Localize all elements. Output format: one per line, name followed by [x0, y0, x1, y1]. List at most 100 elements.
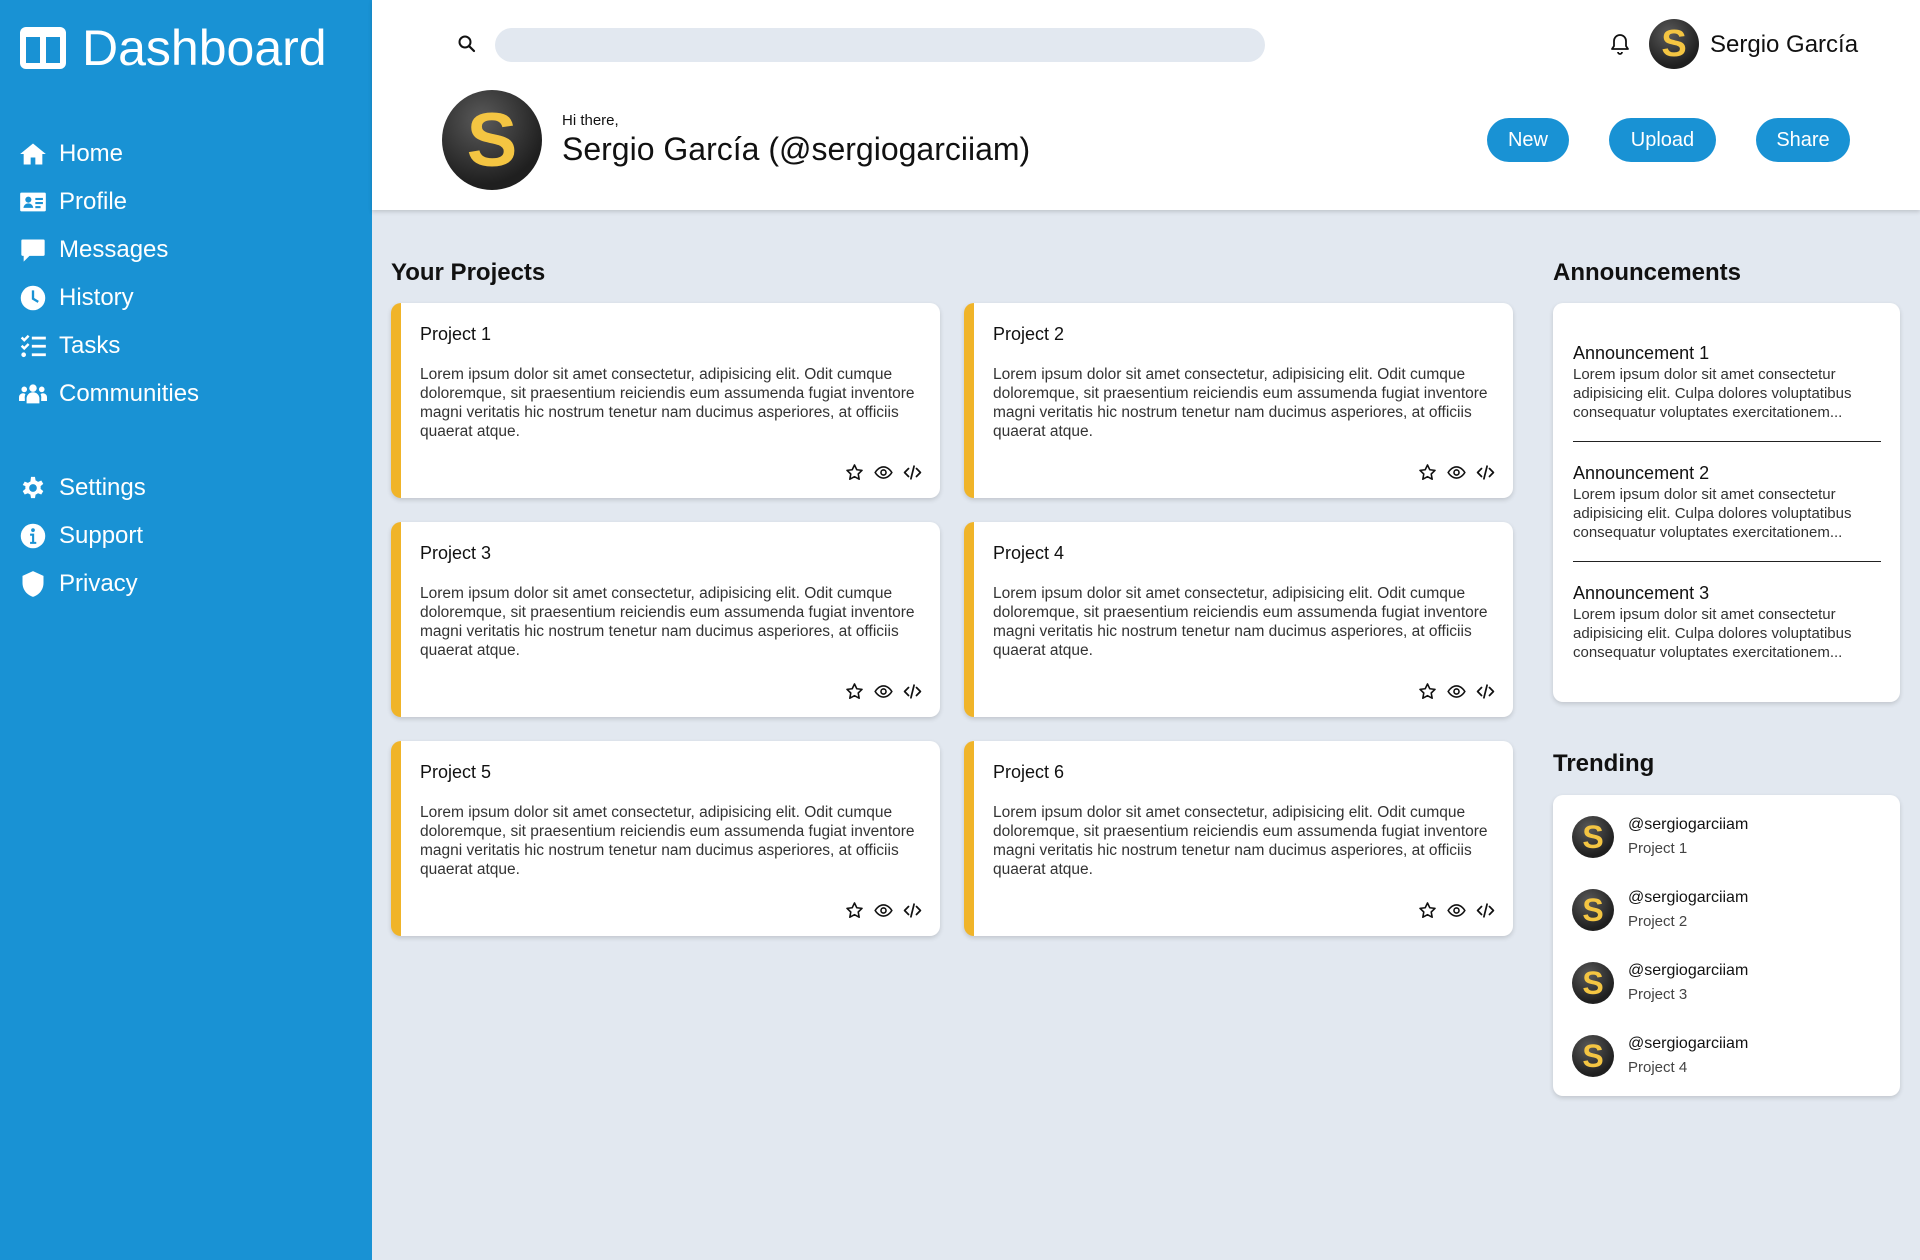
brand-title: Dashboard — [82, 20, 327, 76]
announcements-title: Announcements — [1553, 259, 1742, 286]
eye-icon[interactable] — [874, 682, 893, 701]
code-icon[interactable] — [903, 901, 922, 920]
project-card[interactable]: Project 5 Lorem ipsum dolor sit amet cons… — [391, 741, 940, 936]
project-title: Project 1 — [420, 324, 492, 344]
trending-handle: @sergiogarciiam — [1628, 816, 1749, 833]
sidebar: Dashboard Home Profile Messages History … — [0, 0, 372, 1260]
announcement-item[interactable]: Announcement 1 Lorem ipsum dolor sit ame… — [1573, 343, 1881, 422]
star-icon[interactable] — [845, 901, 864, 920]
upload-button[interactable]: Upload — [1609, 118, 1716, 162]
project-card[interactable]: Project 4 Lorem ipsum dolor sit amet cons… — [964, 522, 1513, 717]
code-icon[interactable] — [903, 463, 922, 482]
trending-item[interactable]: S @sergiogarciiam Project 3 — [1572, 961, 1748, 1005]
brand[interactable]: Dashboard — [18, 20, 327, 76]
trending-title: Trending — [1553, 750, 1655, 777]
sidebar-item-messages[interactable]: Messages — [19, 226, 199, 274]
project-description: Lorem ipsum dolor sit amet consectetur, … — [993, 585, 1488, 659]
announcement-body: Lorem ipsum dolor sit amet consectetur a… — [1573, 366, 1852, 421]
clock-icon — [19, 284, 51, 312]
sidebar-item-support[interactable]: Support — [19, 512, 146, 560]
project-title: Project 6 — [993, 762, 1065, 782]
announcement-item[interactable]: Announcement 3 Lorem ipsum dolor sit ame… — [1573, 583, 1881, 662]
sidebar-item-profile[interactable]: Profile — [19, 178, 199, 226]
tasks-icon — [19, 332, 51, 360]
main-nav: Home Profile Messages History Tasks Comm… — [19, 130, 199, 418]
shield-icon — [19, 570, 51, 598]
trending-project: Project 4 — [1628, 1059, 1688, 1076]
profile-avatar: S — [442, 90, 542, 190]
project-card[interactable]: Project 2 Lorem ipsum dolor sit amet cons… — [964, 303, 1513, 498]
trending-panel: S @sergiogarciiam Project 1 S @sergiogar… — [1553, 795, 1900, 1096]
divider — [1573, 561, 1881, 562]
project-description: Lorem ipsum dolor sit amet consectetur, … — [420, 585, 915, 659]
trending-project: Project 1 — [1628, 840, 1688, 857]
sidebar-item-label: Support — [59, 522, 144, 549]
project-card[interactable]: Project 1 Lorem ipsum dolor sit amet cons… — [391, 303, 940, 498]
share-button[interactable]: Share — [1756, 118, 1850, 162]
code-icon[interactable] — [1476, 901, 1495, 920]
search-icon[interactable] — [457, 34, 477, 54]
trending-project: Project 2 — [1628, 913, 1688, 930]
project-actions — [845, 463, 922, 482]
greeting: Hi there, — [562, 112, 619, 129]
projects-title: Your Projects — [391, 259, 546, 286]
profile-name: Sergio García (@sergiogarciiam) — [562, 131, 1031, 167]
id-card-icon — [19, 188, 51, 216]
sidebar-item-label: Settings — [59, 474, 146, 501]
announcement-body: Lorem ipsum dolor sit amet consectetur a… — [1573, 606, 1852, 661]
sidebar-item-label: Tasks — [59, 332, 121, 359]
trending-item[interactable]: S @sergiogarciiam Project 1 — [1572, 815, 1748, 859]
new-button[interactable]: New — [1487, 118, 1569, 162]
project-card[interactable]: Project 6 Lorem ipsum dolor sit amet cons… — [964, 741, 1513, 936]
sidebar-item-label: History — [59, 284, 134, 311]
eye-icon[interactable] — [1447, 901, 1466, 920]
code-icon[interactable] — [1476, 463, 1495, 482]
code-icon[interactable] — [1476, 682, 1495, 701]
sidebar-item-privacy[interactable]: Privacy — [19, 560, 146, 608]
star-icon[interactable] — [1418, 463, 1437, 482]
header: S Sergio García S Hi there, Sergio Garcí… — [372, 0, 1920, 210]
project-title: Project 3 — [420, 543, 492, 563]
star-icon[interactable] — [845, 682, 864, 701]
avatar[interactable]: S — [1649, 19, 1699, 69]
eye-icon[interactable] — [1447, 682, 1466, 701]
bell-icon[interactable] — [1608, 32, 1632, 56]
sidebar-item-settings[interactable]: Settings — [19, 464, 146, 512]
divider — [1573, 441, 1881, 442]
trending-handle: @sergiogarciiam — [1628, 889, 1749, 906]
sidebar-item-label: Privacy — [59, 570, 138, 597]
star-icon[interactable] — [1418, 682, 1437, 701]
project-actions — [1418, 463, 1495, 482]
project-description: Lorem ipsum dolor sit amet consectetur, … — [993, 366, 1488, 440]
project-actions — [845, 901, 922, 920]
project-actions — [1418, 901, 1495, 920]
users-icon — [19, 380, 51, 408]
trending-item[interactable]: S @sergiogarciiam Project 4 — [1572, 1034, 1748, 1078]
secondary-nav: Settings Support Privacy — [19, 464, 146, 608]
sidebar-item-communities[interactable]: Communities — [19, 370, 199, 418]
eye-icon[interactable] — [874, 901, 893, 920]
trending-handle: @sergiogarciiam — [1628, 962, 1749, 979]
gear-icon — [19, 474, 51, 502]
search-input[interactable] — [495, 28, 1265, 62]
user-name[interactable]: Sergio García — [1710, 30, 1858, 60]
eye-icon[interactable] — [874, 463, 893, 482]
avatar: S — [1572, 816, 1614, 858]
trending-handle: @sergiogarciiam — [1628, 1035, 1749, 1052]
star-icon[interactable] — [1418, 901, 1437, 920]
code-icon[interactable] — [903, 682, 922, 701]
announcement-item[interactable]: Announcement 2 Lorem ipsum dolor sit ame… — [1573, 463, 1881, 542]
star-icon[interactable] — [845, 463, 864, 482]
sidebar-item-label: Communities — [59, 380, 200, 407]
sidebar-item-history[interactable]: History — [19, 274, 199, 322]
project-card[interactable]: Project 3 Lorem ipsum dolor sit amet cons… — [391, 522, 940, 717]
trending-item[interactable]: S @sergiogarciiam Project 2 — [1572, 888, 1748, 932]
sidebar-item-tasks[interactable]: Tasks — [19, 322, 199, 370]
announcement-title: Announcement 3 — [1573, 583, 1710, 603]
project-description: Lorem ipsum dolor sit amet consectetur, … — [420, 366, 915, 440]
eye-icon[interactable] — [1447, 463, 1466, 482]
sidebar-item-home[interactable]: Home — [19, 130, 199, 178]
sidebar-item-label: Profile — [59, 188, 128, 215]
message-icon — [19, 236, 51, 264]
announcements-panel: Announcement 1 Lorem ipsum dolor sit ame… — [1553, 303, 1900, 702]
